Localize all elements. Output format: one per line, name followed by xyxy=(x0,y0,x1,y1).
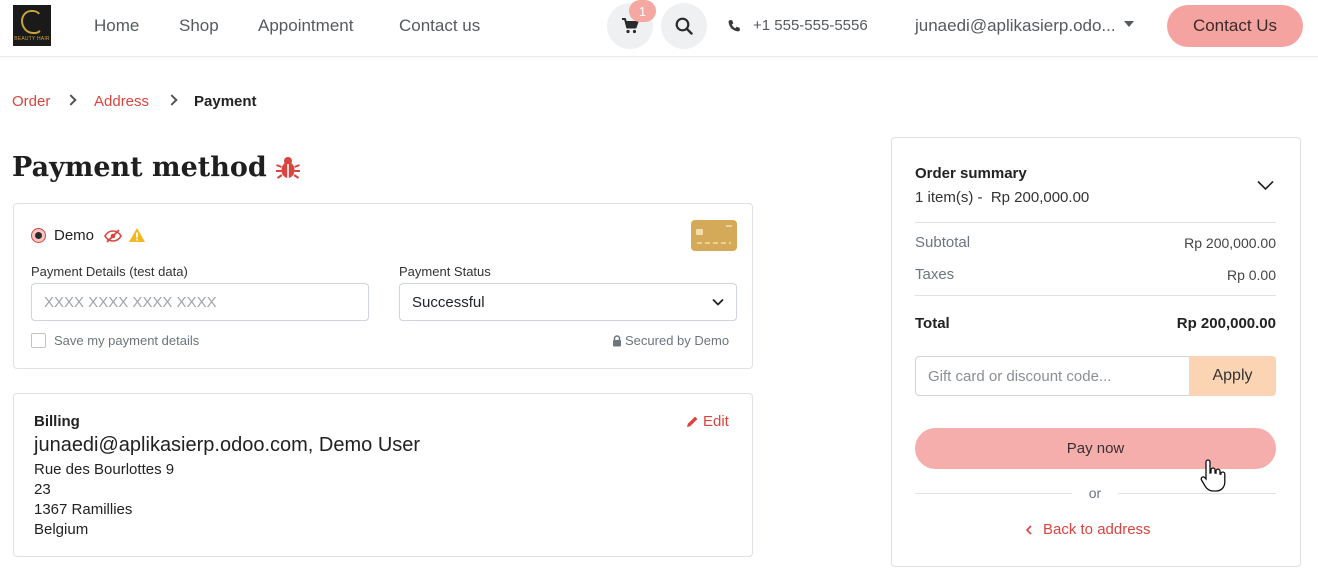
save-payment-label: Save my payment details xyxy=(54,333,200,348)
lock-icon xyxy=(613,334,621,346)
taxes-label: Taxes xyxy=(915,266,955,283)
payment-method-card: Demo Payment Details (test data) Payment… xyxy=(13,203,753,369)
chevron-down-icon xyxy=(712,298,724,306)
payment-status-label: Payment Status xyxy=(399,264,491,279)
page-title-text: Payment method xyxy=(12,152,267,183)
divider xyxy=(915,222,1276,223)
search-button[interactable] xyxy=(661,3,707,49)
save-payment-checkbox[interactable] xyxy=(31,333,46,348)
nav-contact-us[interactable]: Contact us xyxy=(399,16,480,36)
payment-status-value: Successful xyxy=(412,293,485,311)
site-header: BEAUTY HAIR Home Shop Appointment Contac… xyxy=(0,0,1318,57)
payment-status-select[interactable]: Successful xyxy=(399,283,737,321)
logo-text: BEAUTY HAIR xyxy=(14,35,50,42)
taxes-value: Rp 0.00 xyxy=(1226,267,1276,283)
chevron-right-icon xyxy=(166,94,178,106)
total-label: Total xyxy=(915,315,950,332)
billing-street: Rue des Bourlottes 9 xyxy=(34,461,175,478)
provider-name: Demo xyxy=(54,227,95,244)
billing-name: junaedi@aplikasierp.odoo.com, Demo User xyxy=(34,434,421,456)
order-summary-title: Order summary xyxy=(915,165,1027,182)
caret-down-icon xyxy=(1123,21,1134,27)
total-value: Rp 200,000.00 xyxy=(1176,315,1276,332)
back-to-address-label: Back to address xyxy=(1043,521,1151,538)
back-to-address-link[interactable]: Back to address xyxy=(1025,521,1151,538)
chevron-right-icon xyxy=(65,94,77,106)
page-title: Payment method xyxy=(12,152,301,183)
hand-cursor-icon xyxy=(1200,459,1226,492)
or-separator: or xyxy=(1088,485,1102,501)
user-menu-dropdown[interactable]: junaedi@aplikasierp.odo... xyxy=(915,16,1134,36)
eye-slash-icon xyxy=(104,229,122,243)
breadcrumb-order[interactable]: Order xyxy=(12,93,50,110)
chevron-left-icon xyxy=(1025,524,1032,535)
billing-country: Belgium xyxy=(34,521,89,538)
order-items-line: 1 item(s) - Rp 200,000.00 xyxy=(915,189,1090,206)
secured-text: Secured by Demo xyxy=(625,333,730,348)
brand-logo[interactable]: BEAUTY HAIR xyxy=(13,5,51,46)
billing-city: 1367 Ramillies xyxy=(34,501,133,518)
breadcrumb-payment: Payment xyxy=(194,93,257,110)
billing-heading: Billing xyxy=(34,413,80,430)
nav-appointment[interactable]: Appointment xyxy=(258,16,353,36)
subtotal-label: Subtotal xyxy=(915,234,971,251)
phone-number: +1 555-555-5556 xyxy=(753,17,868,34)
divider xyxy=(1118,493,1276,494)
bug-icon[interactable] xyxy=(275,155,301,181)
user-email: junaedi@aplikasierp.odo... xyxy=(915,16,1116,35)
subtotal-value: Rp 200,000.00 xyxy=(1184,235,1276,251)
payment-details-label: Payment Details (test data) xyxy=(31,264,188,279)
secured-by: Secured by Demo xyxy=(612,333,729,348)
demo-provider-radio[interactable] xyxy=(31,228,46,243)
search-icon xyxy=(675,17,693,35)
billing-street2: 23 xyxy=(34,481,51,498)
hair-silhouette-icon xyxy=(21,9,43,34)
edit-label: Edit xyxy=(703,413,729,430)
apply-discount-button[interactable]: Apply xyxy=(1189,356,1276,396)
cart-count-badge: 1 xyxy=(629,0,656,22)
cart-button[interactable]: 1 xyxy=(607,0,656,49)
billing-card: Billing Edit junaedi@aplikasierp.odoo.co… xyxy=(13,393,753,557)
credit-card-icon xyxy=(691,220,737,251)
nav-shop[interactable]: Shop xyxy=(179,16,219,36)
phone-contact[interactable]: +1 555-555-5556 xyxy=(727,17,868,34)
breadcrumb-address[interactable]: Address xyxy=(94,93,149,110)
edit-billing-link[interactable]: Edit xyxy=(686,413,729,430)
discount-code-input[interactable] xyxy=(915,356,1190,396)
contact-us-button[interactable]: Contact Us xyxy=(1167,5,1303,47)
nav-home[interactable]: Home xyxy=(94,16,139,36)
phone-icon xyxy=(728,19,740,31)
chevron-down-icon[interactable] xyxy=(1257,180,1274,191)
divider xyxy=(915,493,1072,494)
divider xyxy=(915,295,1276,296)
warning-icon xyxy=(129,228,145,242)
pencil-icon xyxy=(687,416,698,427)
card-number-input[interactable] xyxy=(31,283,369,321)
